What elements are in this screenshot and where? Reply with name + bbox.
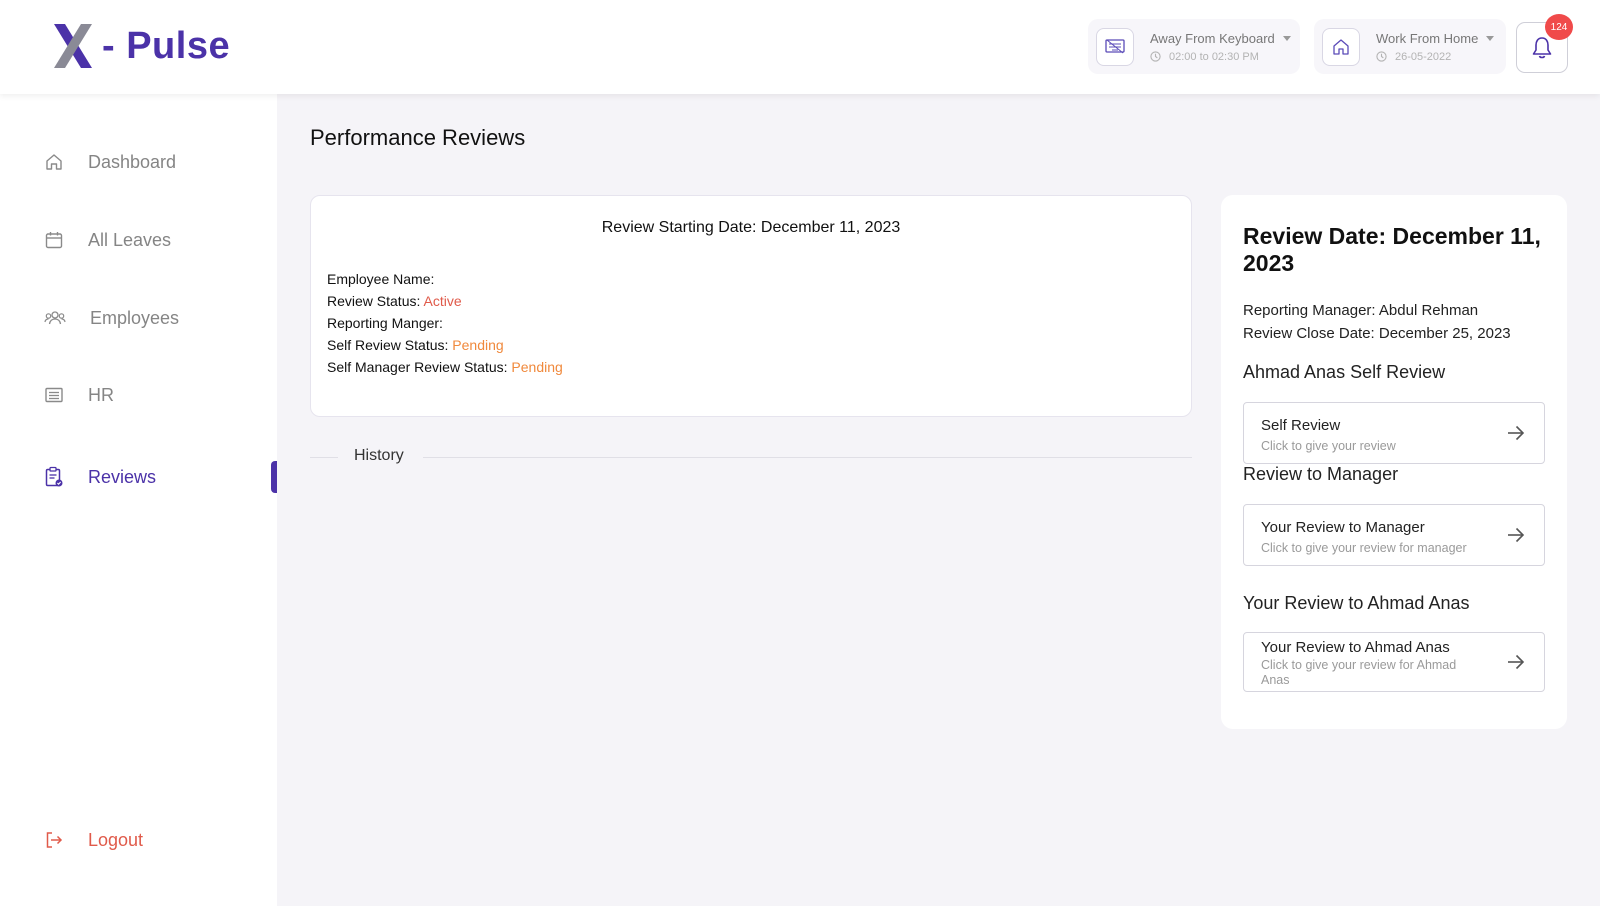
sidebar-item-reviews[interactable]: Reviews <box>44 462 156 492</box>
active-indicator <box>271 461 277 493</box>
clipboard-icon <box>45 466 63 487</box>
logo-text: - Pulse <box>102 24 231 67</box>
self-manager-review-status-row: Self Manager Review Status: Pending <box>327 359 563 375</box>
sidebar-item-all-leaves[interactable]: All Leaves <box>44 225 171 255</box>
reporting-manager-row: Reporting Manger: <box>327 315 443 331</box>
clock-icon <box>1150 51 1161 62</box>
self-review-button[interactable]: Self Review Click to give your review <box>1243 402 1545 464</box>
arrow-right-icon <box>1508 654 1525 670</box>
keyboard-icon <box>1096 27 1134 66</box>
users-icon <box>44 311 66 325</box>
sidebar-item-label: Reviews <box>88 466 157 487</box>
self-review-status-row: Self Review Status: Pending <box>327 337 504 353</box>
divider-line <box>310 457 338 458</box>
top-header: - Pulse Away From Keyboard 02:00 to 02:3… <box>0 0 1600 94</box>
sidebar-item-label: HR <box>88 384 114 405</box>
away-from-keyboard-status[interactable]: Away From Keyboard 02:00 to 02:30 PM <box>1088 19 1300 74</box>
self-manager-review-status-value: Pending <box>511 359 563 375</box>
clock-icon <box>1376 51 1387 62</box>
work-from-home-status[interactable]: Work From Home 26-05-2022 <box>1314 19 1506 74</box>
afk-title: Away From Keyboard <box>1150 30 1275 46</box>
sidebar-item-employees[interactable]: Employees <box>44 303 179 333</box>
list-icon <box>45 387 63 403</box>
self-review-status-value: Pending <box>452 337 504 353</box>
arrow-right-icon <box>1508 527 1525 543</box>
logout-label: Logout <box>88 829 144 850</box>
reporting-manager-text: Reporting Manager: Abdul Rehman <box>1243 302 1479 319</box>
caret-down-icon <box>1282 35 1291 41</box>
review-starting-date: Review Starting Date: December 11, 2023 <box>601 219 901 236</box>
sidebar-item-label: Employees <box>90 307 180 328</box>
home-icon <box>46 154 62 170</box>
calendar-icon <box>45 232 63 249</box>
caret-down-icon <box>1486 35 1495 41</box>
section-heading-review-to-employee: Your Review to Ahmad Anas <box>1243 593 1470 613</box>
notification-badge: 124 <box>1545 14 1573 40</box>
bell-icon <box>1532 36 1552 58</box>
sidebar <box>0 94 277 906</box>
sidebar-item-label: All Leaves <box>88 229 172 250</box>
review-status-row: Review Status: Active <box>327 293 462 309</box>
sidebar-item-label: Dashboard <box>88 151 177 172</box>
history-divider: History <box>310 447 1192 467</box>
afk-time: 02:00 to 02:30 PM <box>1169 50 1259 63</box>
employee-name-row: Employee Name: <box>327 271 435 287</box>
review-to-manager-button[interactable]: Your Review to Manager Click to give you… <box>1243 504 1545 566</box>
section-heading-self-review: Ahmad Anas Self Review <box>1243 362 1446 382</box>
logout-icon <box>46 832 63 848</box>
page-title: Performance Reviews <box>310 125 526 150</box>
home-icon <box>1322 27 1360 66</box>
review-to-employee-button[interactable]: Your Review to Ahmad Anas Click to give … <box>1243 632 1545 692</box>
review-details-panel: Review Date: December 11, 2023 Reporting… <box>1221 195 1567 729</box>
review-close-date-text: Review Close Date: December 25, 2023 <box>1243 325 1511 342</box>
history-label: History <box>354 447 404 464</box>
logout-button[interactable]: Logout <box>44 825 143 855</box>
wfh-date: 26-05-2022 <box>1395 50 1452 63</box>
review-status-value: Active <box>423 293 462 309</box>
divider-line <box>423 457 1192 458</box>
review-summary-card: Review Starting Date: December 11, 2023 … <box>310 195 1192 417</box>
app-logo[interactable]: - Pulse <box>54 22 230 70</box>
wfh-title: Work From Home <box>1376 30 1479 46</box>
review-date-title: Review Date: December 11, 2023 <box>1243 223 1541 276</box>
section-heading-review-to-manager: Review to Manager <box>1243 464 1399 484</box>
sidebar-item-dashboard[interactable]: Dashboard <box>44 147 176 177</box>
sidebar-item-hr[interactable]: HR <box>44 380 114 410</box>
arrow-right-icon <box>1508 425 1525 441</box>
x-logo-icon <box>54 24 92 68</box>
